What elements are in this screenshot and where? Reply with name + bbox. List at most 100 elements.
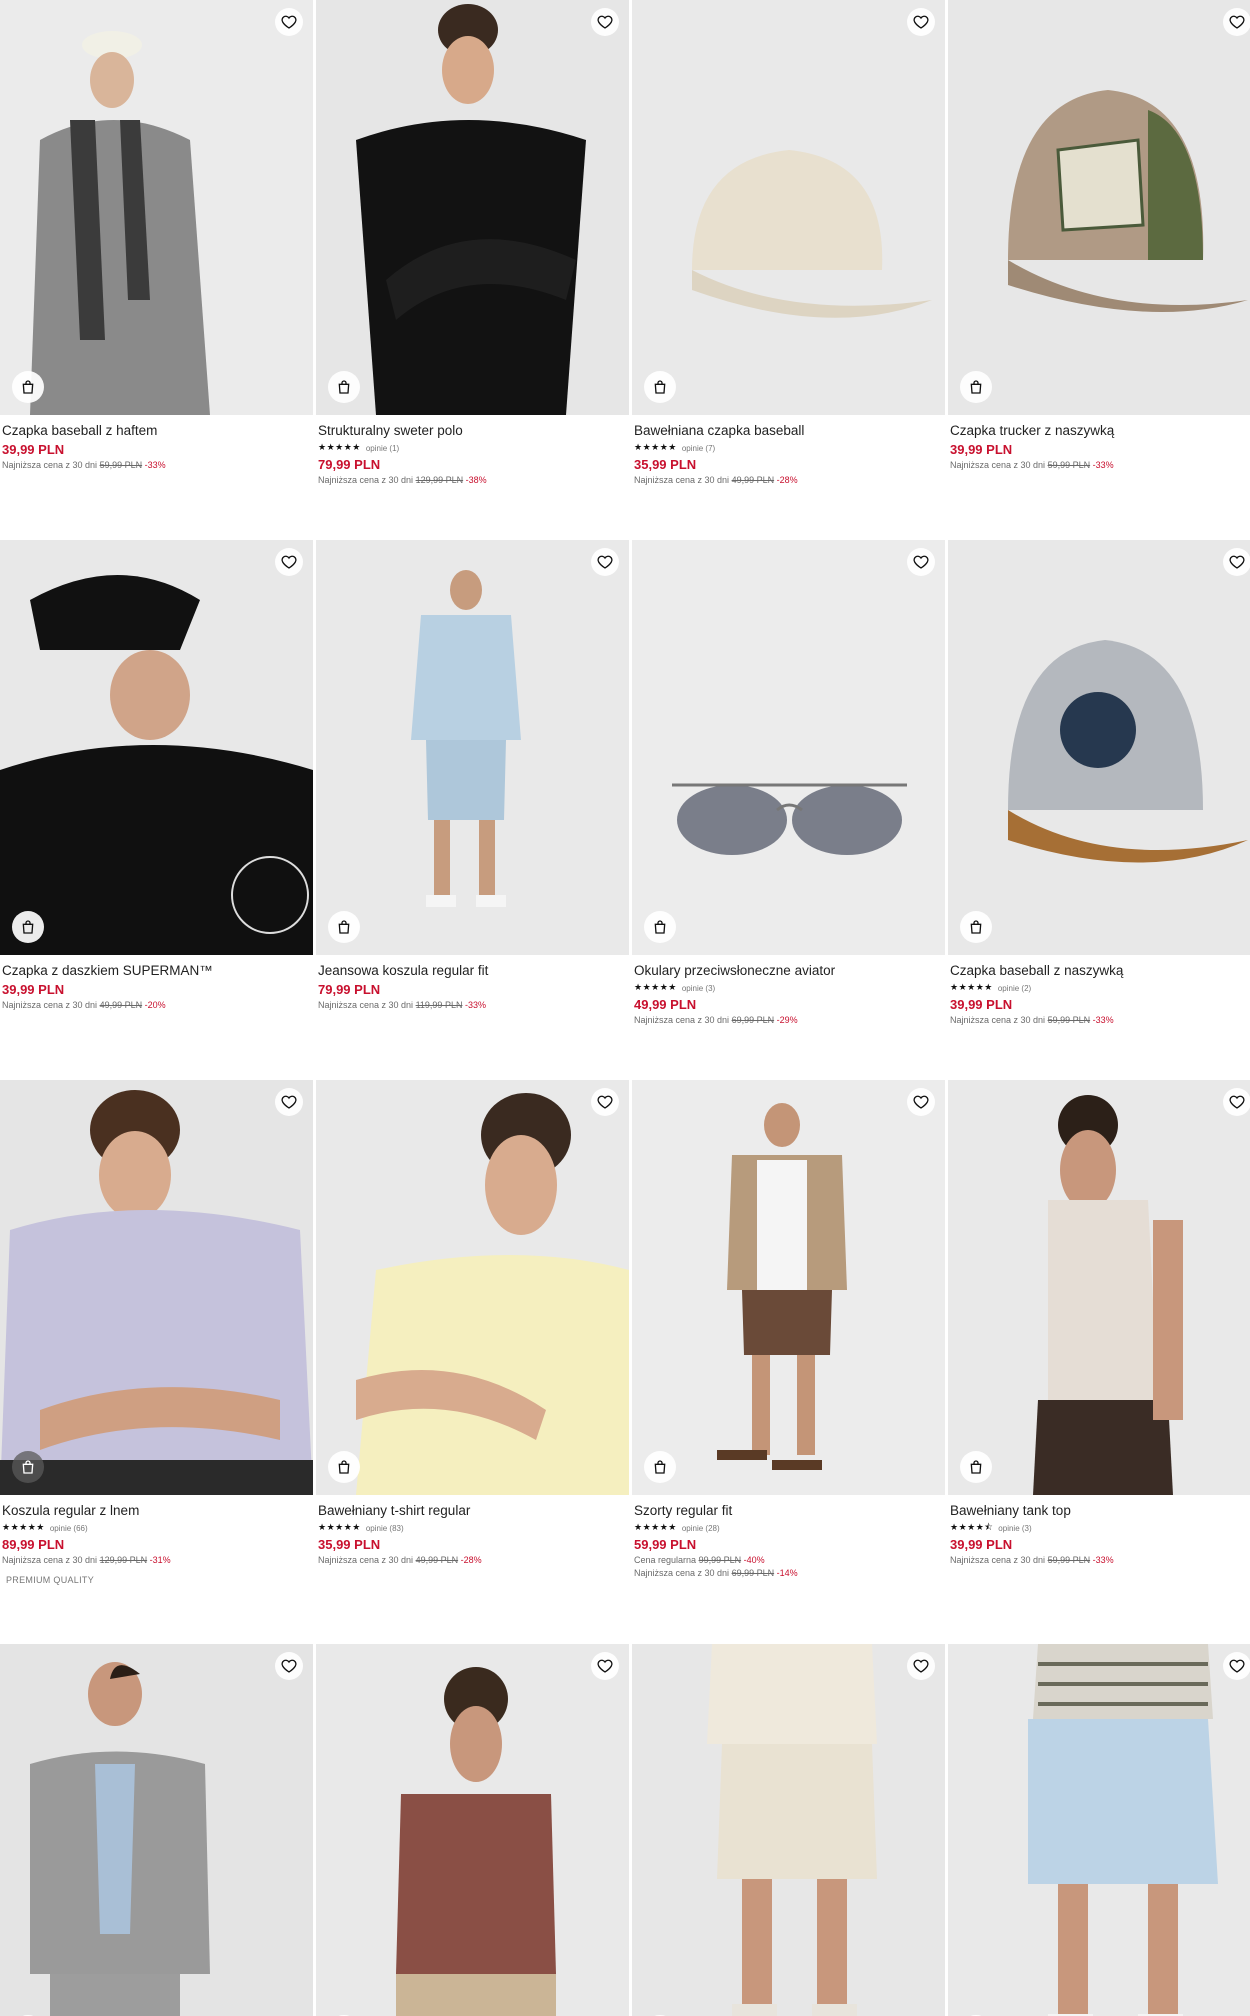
review-count[interactable]: opinie (83) — [366, 1524, 404, 1533]
product-title[interactable]: Bawełniany t-shirt regular — [318, 1502, 627, 1520]
shopping-bag-icon[interactable] — [12, 911, 44, 943]
heart-icon[interactable] — [907, 1652, 935, 1680]
review-count[interactable]: opinie (2) — [998, 984, 1031, 993]
shopping-bag-icon[interactable] — [12, 1451, 44, 1483]
heart-icon[interactable] — [1223, 1088, 1250, 1116]
product-image[interactable] — [316, 1080, 629, 1495]
regular-old-price: 99,99 PLN — [698, 1555, 742, 1565]
product-card[interactable]: Czapka z daszkiem SUPERMAN™ 39,99 PLN Najn… — [0, 540, 313, 1012]
shopping-bag-icon[interactable] — [960, 911, 992, 943]
heart-icon[interactable] — [591, 548, 619, 576]
product-card[interactable]: Szorty regular fit ★★★★★ opinie (28) 59,99 … — [632, 1080, 945, 1580]
product-image[interactable] — [948, 0, 1250, 415]
heart-icon[interactable] — [1223, 8, 1250, 36]
review-count[interactable]: opinie (1) — [366, 444, 399, 453]
old-price: 129,99 PLN — [99, 1555, 148, 1565]
product-card[interactable]: Bawełniany t-shirt regular ★★★★★ opinie (8… — [316, 1080, 629, 1567]
rating: ★★★★★ opinie (7) — [634, 441, 943, 455]
heart-icon[interactable] — [1223, 548, 1250, 576]
shopping-bag-icon[interactable] — [644, 1451, 676, 1483]
product-card[interactable] — [316, 1644, 629, 2016]
lowest-price-label: Najniższa cena z 30 dni — [950, 460, 1046, 470]
review-count[interactable]: opinie (7) — [682, 444, 715, 453]
product-image[interactable] — [632, 1644, 945, 2016]
product-title[interactable]: Koszula regular z lnem — [2, 1502, 311, 1520]
shopping-bag-icon[interactable] — [328, 371, 360, 403]
product-title[interactable]: Jeansowa koszula regular fit — [318, 962, 627, 980]
product-card[interactable]: Bawełniany tank top ★★★★⯪ opinie (3) 39,99 … — [948, 1080, 1250, 1567]
product-image[interactable] — [948, 1080, 1250, 1495]
old-price: 49,99 PLN — [415, 1555, 459, 1565]
lowest-price: Najniższa cena z 30 dni 69,99 PLN -29% — [634, 1014, 943, 1027]
product-title[interactable]: Czapka trucker z naszywką — [950, 422, 1250, 440]
product-title[interactable]: Bawełniana czapka baseball — [634, 422, 943, 440]
product-card[interactable]: Jeansowa koszula regular fit 79,99 PLN Naj… — [316, 540, 629, 1012]
heart-icon[interactable] — [907, 548, 935, 576]
shopping-bag-icon[interactable] — [12, 371, 44, 403]
product-card[interactable]: Okulary przeciwsłoneczne aviator ★★★★★ opi… — [632, 540, 945, 1027]
lowest-price-label: Najniższa cena z 30 dni — [2, 1555, 98, 1565]
product-image[interactable] — [632, 0, 945, 415]
old-price: 119,99 PLN — [415, 1000, 463, 1010]
discount: -28% — [776, 475, 798, 485]
review-count[interactable]: opinie (3) — [682, 984, 715, 993]
product-card[interactable] — [632, 1644, 945, 2016]
shopping-bag-icon[interactable] — [644, 371, 676, 403]
lowest-price: Najniższa cena z 30 dni 69,99 PLN -14% — [634, 1567, 943, 1580]
lowest-price: Najniższa cena z 30 dni 49,99 PLN -28% — [634, 474, 943, 487]
product-title[interactable]: Czapka z daszkiem SUPERMAN™ — [2, 962, 311, 980]
review-count[interactable]: opinie (3) — [998, 1524, 1031, 1533]
review-count[interactable]: opinie (28) — [682, 1524, 720, 1533]
product-info: Szorty regular fit ★★★★★ opinie (28) 59,99 … — [632, 1495, 945, 1580]
product-image[interactable] — [948, 1644, 1250, 2016]
heart-icon[interactable] — [907, 1088, 935, 1116]
product-card[interactable]: Bawełniana czapka baseball ★★★★★ opinie (7… — [632, 0, 945, 487]
product-card[interactable]: Strukturalny sweter polo ★★★★★ opinie (1) 7… — [316, 0, 629, 487]
product-card[interactable] — [948, 1644, 1250, 2016]
product-image[interactable] — [632, 540, 945, 955]
product-title[interactable]: Bawełniany tank top — [950, 1502, 1250, 1520]
product-title[interactable]: Okulary przeciwsłoneczne aviator — [634, 962, 943, 980]
review-count[interactable]: opinie (66) — [50, 1524, 88, 1533]
heart-icon[interactable] — [591, 1652, 619, 1680]
product-card[interactable]: Czapka trucker z naszywką 39,99 PLN Najniż… — [948, 0, 1250, 472]
product-card[interactable]: Czapka baseball z haftem 39,99 PLN Najniżs… — [0, 0, 313, 472]
product-card[interactable]: Koszula regular z lnem ★★★★★ opinie (66) 89… — [0, 1080, 313, 1585]
product-card[interactable] — [0, 1644, 313, 2016]
shopping-bag-icon[interactable] — [960, 371, 992, 403]
product-image[interactable] — [0, 540, 313, 955]
heart-icon[interactable] — [275, 548, 303, 576]
product-title[interactable]: Szorty regular fit — [634, 1502, 943, 1520]
old-price: 59,99 PLN — [1047, 1015, 1091, 1025]
heart-icon[interactable] — [275, 8, 303, 36]
heart-icon[interactable] — [1223, 1652, 1250, 1680]
product-image[interactable] — [316, 1644, 629, 2016]
heart-icon[interactable] — [275, 1652, 303, 1680]
product-card[interactable]: Czapka baseball z naszywką ★★★★★ opinie (2… — [948, 540, 1250, 1027]
product-image[interactable] — [632, 1080, 945, 1495]
discount: -33% — [464, 1000, 486, 1010]
product-image[interactable] — [316, 540, 629, 955]
product-title[interactable]: Strukturalny sweter polo — [318, 422, 627, 440]
heart-icon[interactable] — [907, 8, 935, 36]
discount: -33% — [1092, 460, 1114, 470]
old-price: 129,99 PLN — [415, 475, 464, 485]
heart-icon[interactable] — [275, 1088, 303, 1116]
shopping-bag-icon[interactable] — [328, 1451, 360, 1483]
heart-icon[interactable] — [591, 1088, 619, 1116]
product-image[interactable] — [948, 540, 1250, 955]
product-image[interactable] — [0, 0, 313, 415]
product-image[interactable] — [0, 1080, 313, 1495]
product-image[interactable] — [0, 1644, 313, 2016]
lowest-price: Najniższa cena z 30 dni 49,99 PLN -20% — [2, 999, 311, 1012]
product-title[interactable]: Czapka baseball z naszywką — [950, 962, 1250, 980]
discount: -28% — [460, 1555, 482, 1565]
shopping-bag-icon[interactable] — [328, 911, 360, 943]
shopping-bag-icon[interactable] — [644, 911, 676, 943]
star-icon: ★★★★★ — [634, 1523, 677, 1533]
product-image[interactable] — [316, 0, 629, 415]
heart-icon[interactable] — [591, 8, 619, 36]
product-title[interactable]: Czapka baseball z haftem — [2, 422, 311, 440]
lowest-price-label: Najniższa cena z 30 dni — [318, 1555, 414, 1565]
shopping-bag-icon[interactable] — [960, 1451, 992, 1483]
